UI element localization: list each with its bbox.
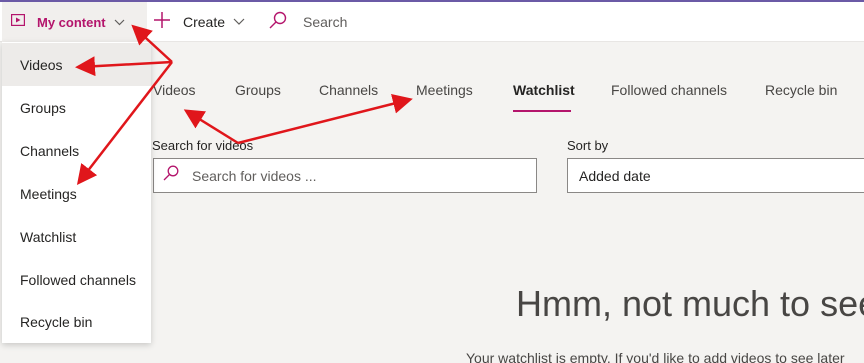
dropdown-item-label: Groups — [20, 99, 66, 116]
empty-state-description: Your watchlist is empty. If you'd like t… — [466, 350, 845, 363]
tab-meetings[interactable]: Meetings — [416, 82, 473, 98]
dropdown-item-groups[interactable]: Groups — [2, 86, 151, 129]
my-content-label: My content — [37, 14, 106, 30]
dropdown-item-label: Watchlist — [20, 228, 77, 245]
active-tab-indicator — [513, 110, 571, 112]
my-content-button[interactable]: My content — [2, 2, 147, 42]
plus-icon — [153, 11, 171, 34]
tab-groups[interactable]: Groups — [235, 82, 281, 98]
chevron-down-icon — [233, 13, 245, 31]
search-button[interactable]: Search — [268, 2, 347, 42]
search-icon — [162, 165, 180, 186]
video-library-icon — [11, 13, 26, 31]
search-videos-field[interactable] — [153, 158, 537, 193]
tab-followed-channels[interactable]: Followed channels — [611, 82, 727, 98]
tab-videos[interactable]: Videos — [153, 82, 196, 98]
create-label: Create — [183, 14, 226, 30]
search-icon — [268, 11, 288, 34]
annotation-arrow — [237, 93, 413, 145]
search-videos-label: Search for videos — [152, 138, 254, 153]
top-bar: My content Create Search — [0, 2, 864, 42]
dropdown-item-videos[interactable]: Videos — [2, 43, 151, 86]
dropdown-item-followed-channels[interactable]: Followed channels — [2, 258, 151, 301]
sort-by-select[interactable]: Added date — [567, 158, 864, 193]
dropdown-item-meetings[interactable]: Meetings — [2, 172, 151, 215]
search-videos-input[interactable] — [192, 167, 522, 184]
chevron-down-icon — [114, 13, 125, 31]
my-content-dropdown: Videos Groups Channels Meetings Watchlis… — [2, 42, 151, 343]
create-button[interactable]: Create — [153, 2, 245, 42]
tab-channels[interactable]: Channels — [319, 82, 378, 98]
dropdown-item-channels[interactable]: Channels — [2, 129, 151, 172]
sort-by-value: Added date — [579, 167, 651, 184]
dropdown-item-label: Channels — [20, 142, 80, 159]
dropdown-item-label: Meetings — [20, 185, 77, 202]
dropdown-item-label: Recycle bin — [20, 313, 93, 330]
empty-state-title: Hmm, not much to see — [516, 283, 864, 324]
search-label: Search — [303, 14, 348, 30]
dropdown-item-label: Videos — [20, 56, 63, 73]
sort-by-label: Sort by — [567, 138, 609, 153]
dropdown-item-label: Followed channels — [20, 271, 136, 288]
dropdown-item-watchlist[interactable]: Watchlist — [2, 215, 151, 258]
tab-watchlist[interactable]: Watchlist — [513, 82, 575, 98]
dropdown-item-recycle-bin[interactable]: Recycle bin — [2, 300, 151, 343]
tab-recycle-bin[interactable]: Recycle bin — [765, 82, 837, 98]
